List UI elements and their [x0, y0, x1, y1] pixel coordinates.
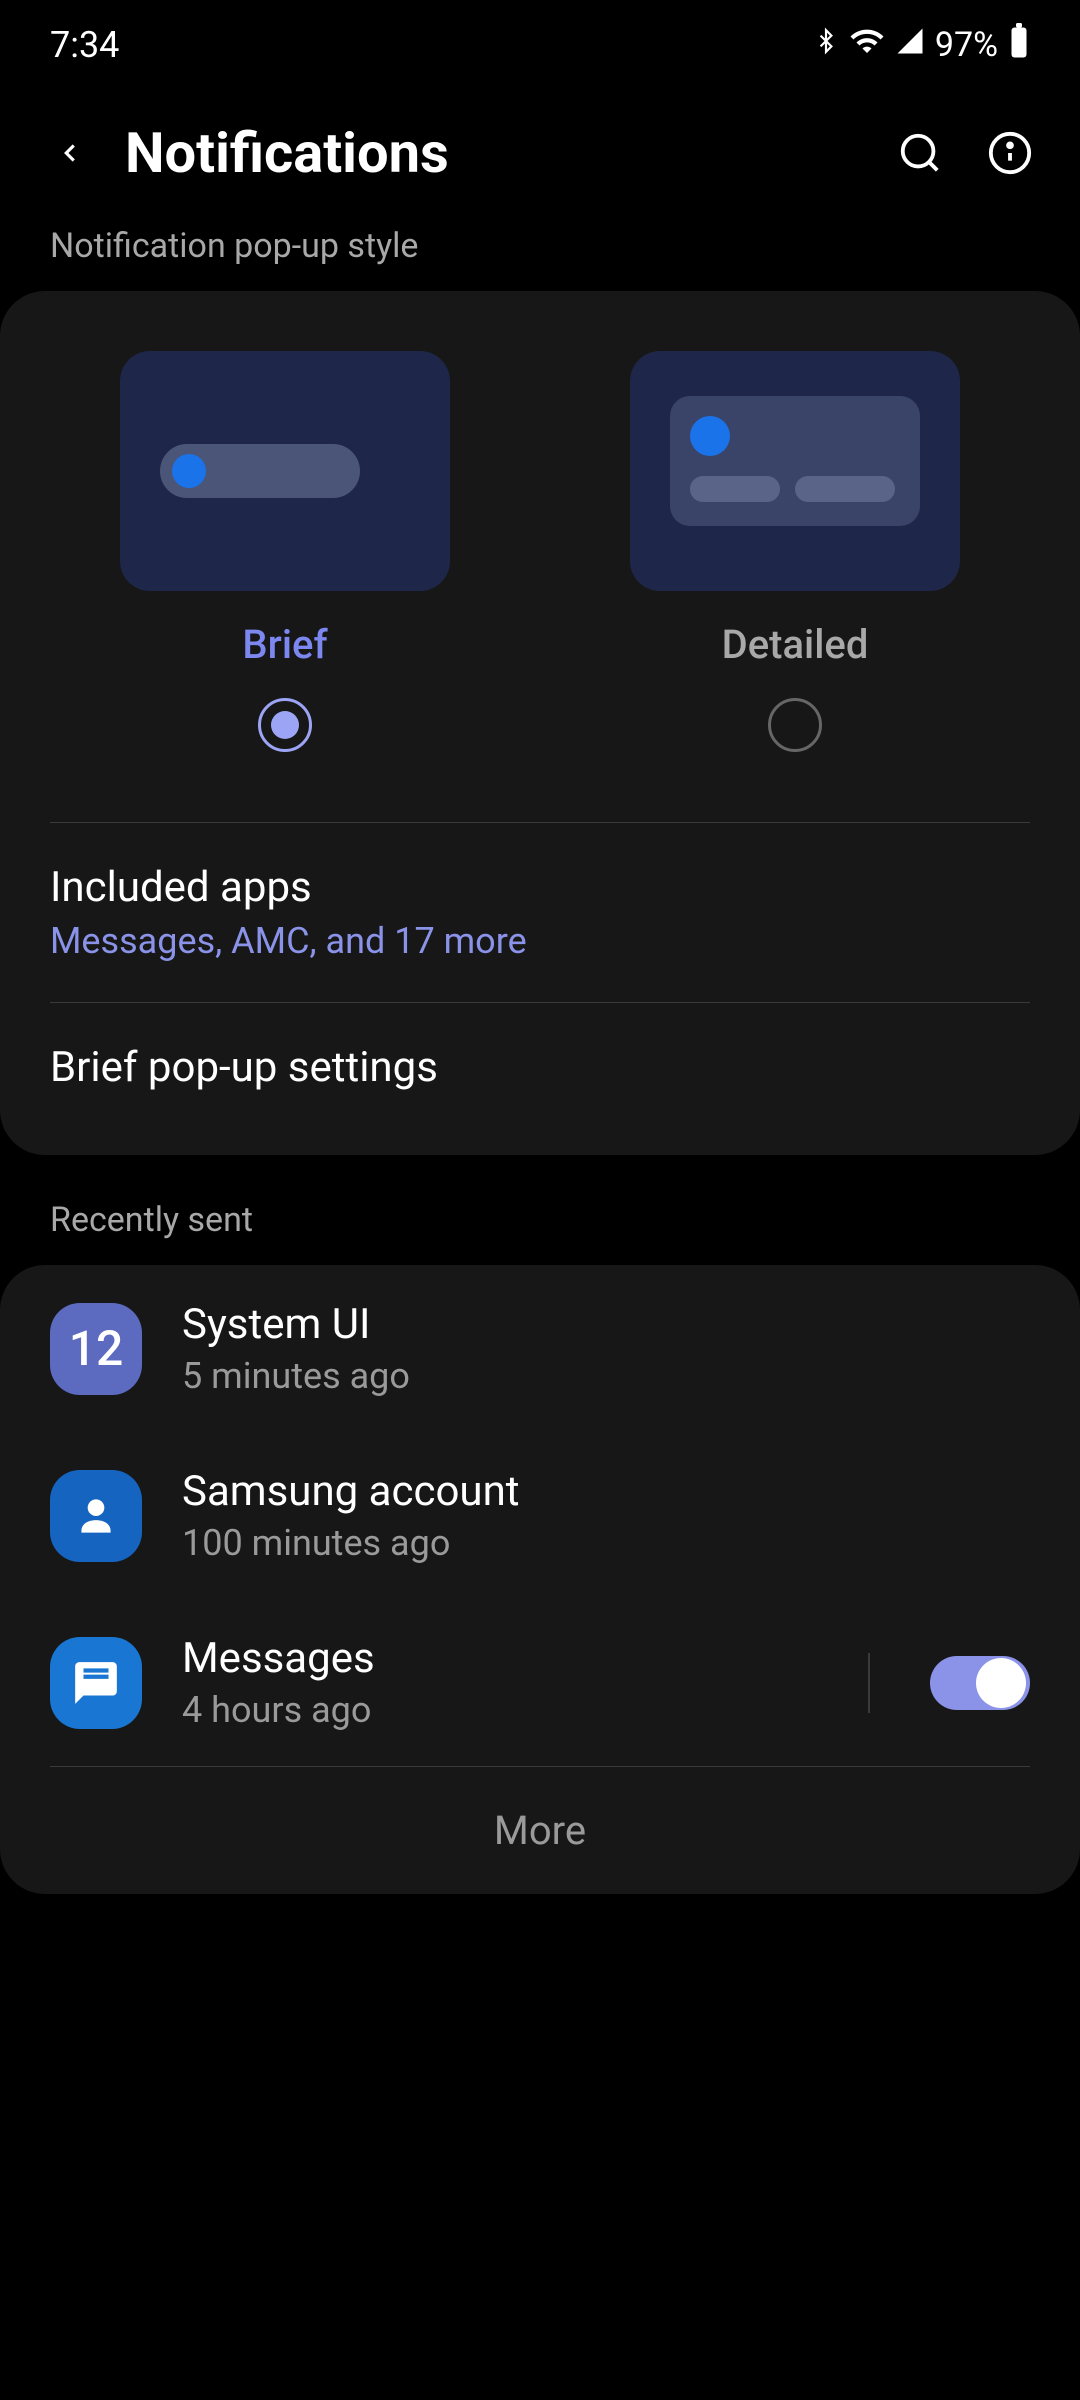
detailed-label: Detailed — [722, 621, 869, 668]
brief-settings-title: Brief pop-up settings — [50, 1043, 1030, 1092]
brief-label: Brief — [242, 621, 327, 668]
back-button[interactable] — [45, 128, 95, 178]
brief-radio[interactable] — [258, 698, 312, 752]
info-button[interactable] — [985, 128, 1035, 178]
app-time: 5 minutes ago — [182, 1355, 1030, 1397]
brief-settings-item[interactable]: Brief pop-up settings — [0, 1003, 1080, 1155]
included-apps-subtitle: Messages, AMC, and 17 more — [50, 920, 1030, 962]
app-row-systemui[interactable]: 12 System UI 5 minutes ago — [0, 1265, 1080, 1432]
more-button[interactable]: More — [0, 1767, 1080, 1894]
style-option-brief[interactable]: Brief — [50, 351, 520, 752]
app-row-samsung[interactable]: Samsung account 100 minutes ago — [0, 1432, 1080, 1599]
wifi-icon — [849, 23, 885, 67]
included-apps-title: Included apps — [50, 863, 1030, 912]
style-option-detailed[interactable]: Detailed — [560, 351, 1030, 752]
detailed-preview — [630, 351, 960, 591]
app-time: 4 hours ago — [182, 1689, 808, 1731]
brief-preview — [120, 351, 450, 591]
status-bar: 7:34 97% — [0, 0, 1080, 80]
recently-sent-card: 12 System UI 5 minutes ago Samsung accou… — [0, 1265, 1080, 1894]
status-icons: 97% — [813, 23, 1030, 67]
search-button[interactable] — [895, 128, 945, 178]
app-name: Samsung account — [182, 1467, 1030, 1516]
systemui-icon: 12 — [50, 1303, 142, 1395]
recently-sent-label: Recently sent — [0, 1155, 1080, 1265]
battery-text: 97% — [935, 25, 998, 65]
app-name: System UI — [182, 1300, 1030, 1349]
messages-icon — [50, 1637, 142, 1729]
signal-icon — [895, 26, 925, 64]
bluetooth-icon — [813, 23, 839, 67]
messages-toggle[interactable] — [930, 1656, 1030, 1710]
popup-style-label: Notification pop-up style — [0, 216, 1080, 291]
app-time: 100 minutes ago — [182, 1522, 1030, 1564]
status-time: 7:34 — [50, 24, 119, 66]
samsung-icon — [50, 1470, 142, 1562]
included-apps-item[interactable]: Included apps Messages, AMC, and 17 more — [0, 823, 1080, 1002]
app-name: Messages — [182, 1634, 808, 1683]
page-title: Notifications — [125, 120, 895, 186]
detailed-radio[interactable] — [768, 698, 822, 752]
popup-style-card: Brief Detailed Included apps Messages, A… — [0, 291, 1080, 1155]
app-row-messages[interactable]: Messages 4 hours ago — [0, 1599, 1080, 1766]
header: Notifications — [0, 80, 1080, 216]
battery-icon — [1008, 23, 1030, 67]
